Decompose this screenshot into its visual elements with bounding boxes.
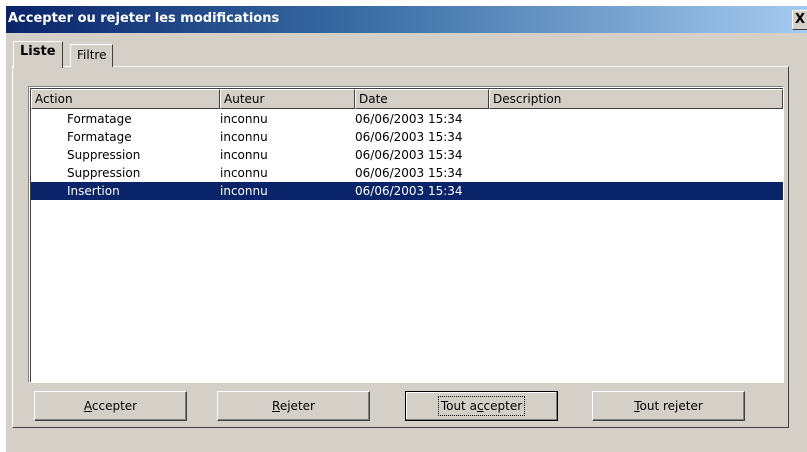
table-row[interactable]: Suppression inconnu 06/06/2003 15:34 <box>31 164 783 182</box>
close-button[interactable]: X <box>792 10 807 30</box>
cell-auteur: inconnu <box>220 148 268 162</box>
cell-auteur: inconnu <box>220 184 268 198</box>
reject-all-button[interactable]: Tout rejeter <box>592 391 745 421</box>
accept-all-button-label: Tout accepter <box>437 396 526 416</box>
changes-list-inner: Action Auteur Date Description Formatage… <box>30 88 783 382</box>
cell-date: 06/06/2003 15:34 <box>355 148 463 162</box>
window-title: Accepter ou rejeter les modifications <box>8 11 280 26</box>
changes-list[interactable]: Action Auteur Date Description Formatage… <box>28 86 784 383</box>
reject-all-button-label: Tout rejeter <box>634 399 703 413</box>
accept-all-button[interactable]: Tout accepter <box>405 391 558 421</box>
column-header-date[interactable]: Date <box>355 89 489 109</box>
accept-button[interactable]: Accepter <box>34 391 187 421</box>
table-row[interactable]: Suppression inconnu 06/06/2003 15:34 <box>31 146 783 164</box>
table-row-selected[interactable]: Insertion inconnu 06/06/2003 15:34 <box>31 182 783 200</box>
cell-action: Suppression <box>67 166 141 180</box>
close-icon: X <box>794 12 806 27</box>
cell-auteur: inconnu <box>220 112 268 126</box>
accept-button-label: Accepter <box>83 399 138 413</box>
cell-action: Suppression <box>67 148 141 162</box>
cell-date: 06/06/2003 15:34 <box>355 130 463 144</box>
cell-auteur: inconnu <box>220 166 268 180</box>
table-row[interactable]: Formatage inconnu 06/06/2003 15:34 <box>31 110 783 128</box>
cell-date: 06/06/2003 15:34 <box>355 112 463 126</box>
title-bar[interactable]: Accepter ou rejeter les modifications X <box>6 6 807 33</box>
cell-auteur: inconnu <box>220 130 268 144</box>
reject-button-label: Rejeter <box>272 399 315 413</box>
cell-action: Formatage <box>67 112 132 126</box>
reject-button[interactable]: Rejeter <box>217 391 370 421</box>
tab-filtre[interactable]: Filtre <box>70 44 114 67</box>
cell-date: 06/06/2003 15:34 <box>355 166 463 180</box>
table-row[interactable]: Formatage inconnu 06/06/2003 15:34 <box>31 128 783 146</box>
column-header-action[interactable]: Action <box>31 89 220 109</box>
cell-action: Insertion <box>67 184 120 198</box>
cell-date: 06/06/2003 15:34 <box>355 184 463 198</box>
column-header-description[interactable]: Description <box>489 89 783 109</box>
tab-liste[interactable]: Liste <box>13 41 63 68</box>
list-header: Action Auteur Date Description <box>31 89 783 109</box>
column-header-auteur[interactable]: Auteur <box>220 89 355 109</box>
cell-action: Formatage <box>67 130 132 144</box>
